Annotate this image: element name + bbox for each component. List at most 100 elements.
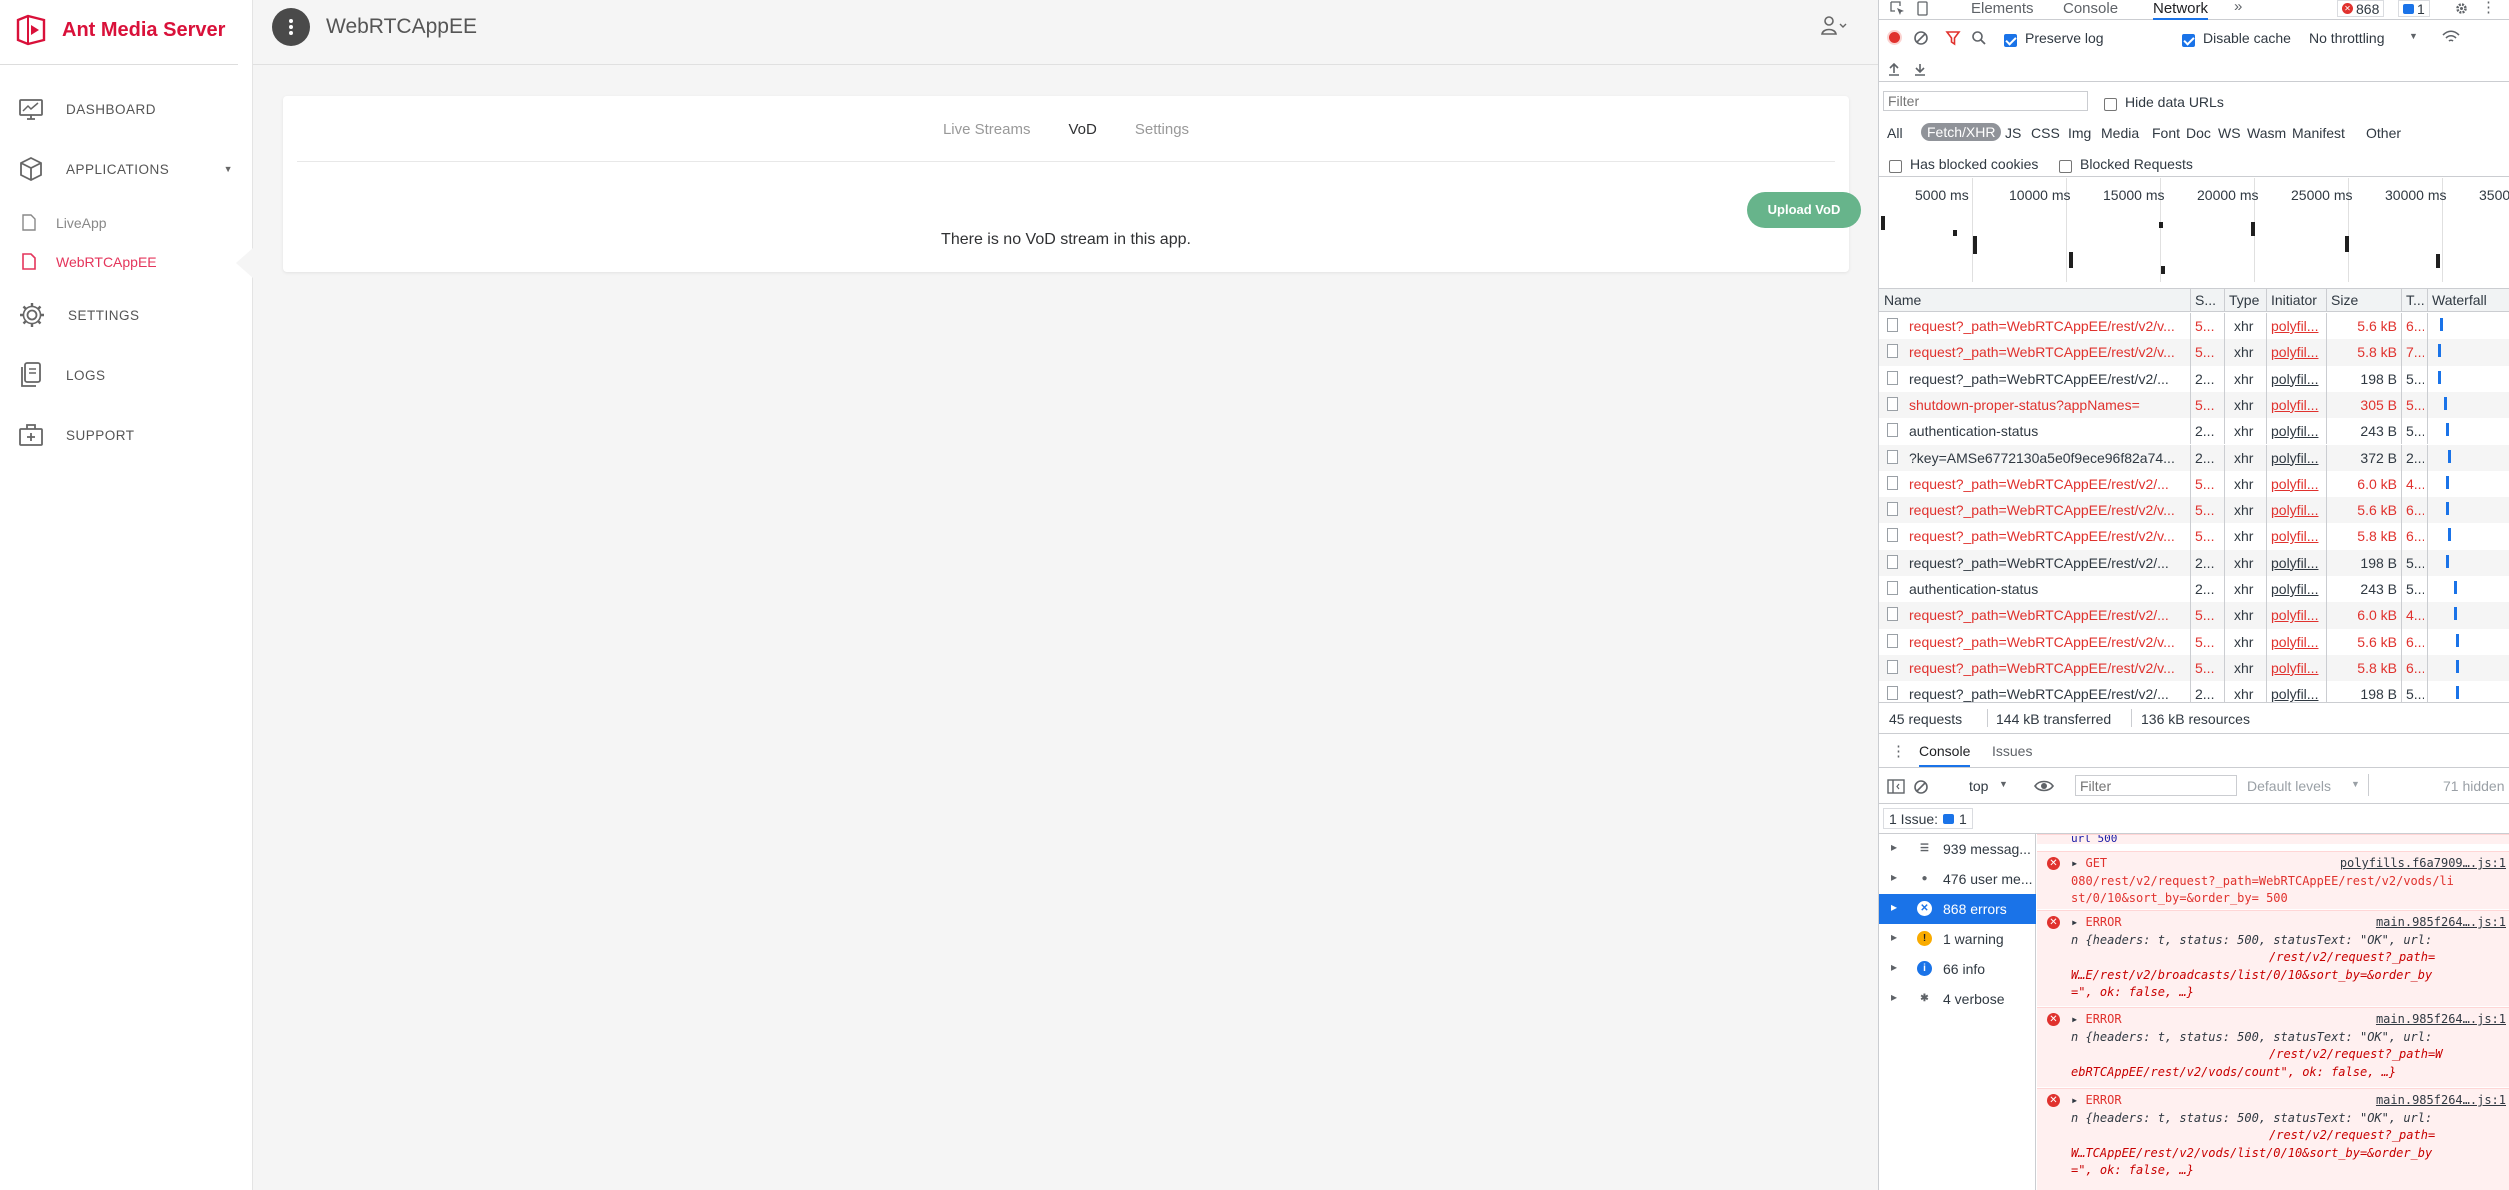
type-ws[interactable]: WS [2218, 125, 2241, 141]
col-name[interactable]: Name [1884, 292, 1921, 308]
type-manifest[interactable]: Manifest [2292, 125, 2345, 141]
nav-settings[interactable]: SETTINGS [18, 300, 140, 330]
type-img[interactable]: Img [2068, 125, 2091, 141]
expand-arrow-icon[interactable]: ▸ [2071, 1012, 2078, 1026]
tab-live-streams[interactable]: Live Streams [943, 121, 1031, 138]
type-css[interactable]: CSS [2031, 125, 2060, 141]
expand-arrow-icon[interactable]: ▸ [1891, 870, 1897, 884]
inspect-icon[interactable] [1890, 1, 1905, 16]
tab-console[interactable]: Console [2063, 0, 2118, 18]
context-select[interactable]: top [1969, 778, 1988, 794]
expand-arrow-icon[interactable]: ▸ [2071, 856, 2078, 870]
message-source-link[interactable]: main.985f264….js:1 [2376, 1011, 2506, 1029]
clear-console-icon[interactable] [1913, 779, 1929, 795]
drawer-menu-icon[interactable]: ⋮ [1891, 742, 1906, 760]
nav-logs[interactable]: LOGS [18, 360, 106, 390]
nav-applications[interactable]: APPLICATIONS ▼ [18, 154, 233, 184]
search-icon[interactable] [1971, 30, 1987, 46]
cell-initiator[interactable]: polyfil... [2271, 344, 2323, 360]
console-message-error[interactable]: ✕ ▸ ERROR main.985f264….js:1 n {headers:… [2037, 1007, 2509, 1087]
type-font[interactable]: Font [2152, 125, 2180, 141]
col-size[interactable]: Size [2331, 292, 2358, 308]
expand-arrow-icon[interactable]: ▸ [1891, 900, 1897, 914]
blocked-requests-checkbox[interactable] [2059, 157, 2072, 173]
cell-initiator[interactable]: polyfil... [2271, 607, 2323, 623]
cell-initiator[interactable]: polyfil... [2271, 502, 2323, 518]
network-row[interactable]: request?_path=WebRTCAppEE/rest/v2/v... 5.… [1879, 523, 2509, 550]
network-row[interactable]: request?_path=WebRTCAppEE/rest/v2/... 5..… [1879, 470, 2509, 498]
has-blocked-cookies-checkbox[interactable] [1889, 157, 1902, 173]
console-message-error[interactable]: ✕ ▸ ERROR main.985f264….js:1 n {headers:… [2037, 910, 2509, 1006]
expand-arrow-icon[interactable]: ▸ [1891, 990, 1897, 1004]
col-type[interactable]: Type [2229, 292, 2259, 308]
issues-counter[interactable]: 1 Issue: 1 [1883, 808, 1973, 829]
tab-network[interactable]: Network [2153, 0, 2209, 20]
nav-support[interactable]: SUPPORT [18, 420, 135, 450]
network-row[interactable]: ?key=AMSe6772130a5e0f9ece96f82a74... 2...… [1879, 444, 2509, 471]
more-tabs-button[interactable]: » [2234, 0, 2242, 16]
console-sidebar-item[interactable]: ▸ ☰ 939 messag... [1879, 834, 2036, 864]
network-overview[interactable]: 5000 ms 10000 ms 15000 ms 20000 ms 25000 ms 3… [1879, 178, 2509, 286]
console-sidebar-item[interactable]: ▸ ✕ 868 errors [1879, 894, 2036, 924]
log-levels-select[interactable]: Default levels [2247, 778, 2331, 794]
filter-icon[interactable] [1945, 30, 1961, 46]
expand-arrow-icon[interactable]: ▸ [1891, 840, 1897, 854]
drawer-tab-console[interactable]: Console [1919, 743, 1971, 767]
cell-initiator[interactable]: polyfil... [2271, 581, 2323, 597]
cell-initiator[interactable]: polyfil... [2271, 397, 2323, 413]
app-item-webrtcappee[interactable]: WebRTCAppEE [22, 253, 157, 270]
error-counter[interactable]: ✕ 868 [2337, 0, 2385, 17]
col-initiator[interactable]: Initiator [2271, 292, 2317, 308]
network-conditions-icon[interactable] [2441, 29, 2461, 46]
network-row[interactable]: request?_path=WebRTCAppEE/rest/v2/... 5..… [1879, 602, 2509, 629]
network-row[interactable]: request?_path=WebRTCAppEE/rest/v2/v... 5.… [1879, 654, 2509, 682]
type-doc[interactable]: Doc [2186, 125, 2211, 141]
network-row[interactable]: request?_path=WebRTCAppEE/rest/v2/... 2..… [1879, 365, 2509, 392]
col-time[interactable]: T... [2406, 292, 2425, 308]
tab-vod[interactable]: VoD [1068, 121, 1096, 138]
console-sidebar-item[interactable]: ▸ ● 476 user me... [1879, 864, 2036, 894]
network-row[interactable]: request?_path=WebRTCAppEE/rest/v2/v... 5.… [1879, 313, 2509, 340]
col-waterfall[interactable]: Waterfall [2432, 292, 2487, 308]
network-row[interactable]: request?_path=WebRTCAppEE/rest/v2/... 2..… [1879, 681, 2509, 702]
col-status[interactable]: S... [2195, 292, 2216, 308]
eye-icon[interactable] [2034, 778, 2054, 794]
network-row[interactable]: authentication-status 2... xhr polyfil... 24… [1879, 576, 2509, 603]
throttling-select[interactable]: No throttling [2309, 30, 2384, 46]
console-message-get[interactable]: ✕ ▸ GET polyfills.f6a7909….js:1 080/rest… [2037, 851, 2509, 909]
import-har-icon[interactable] [1887, 62, 1901, 76]
type-js[interactable]: JS [2005, 125, 2021, 141]
network-row[interactable]: request?_path=WebRTCAppEE/rest/v2/... 2..… [1879, 549, 2509, 576]
console-sidebar-item[interactable]: ▸ i 66 info [1879, 954, 2036, 984]
tab-elements[interactable]: Elements [1971, 0, 2034, 18]
user-menu-button[interactable] [1820, 15, 1848, 42]
more-menu-button[interactable] [272, 8, 310, 46]
cell-initiator[interactable]: polyfil... [2271, 660, 2323, 676]
cell-initiator[interactable]: polyfil... [2271, 371, 2323, 387]
tab-settings[interactable]: Settings [1135, 121, 1189, 138]
network-row[interactable]: request?_path=WebRTCAppEE/rest/v2/v... 5.… [1879, 339, 2509, 366]
type-other[interactable]: Other [2366, 125, 2401, 141]
console-filter-input[interactable] [2075, 775, 2237, 796]
type-fetch-xhr[interactable]: Fetch/XHR [1921, 123, 2002, 141]
cell-initiator[interactable]: polyfil... [2271, 450, 2323, 466]
upload-vod-button[interactable]: Upload VoD [1747, 192, 1861, 228]
message-counter[interactable]: 1 [2398, 0, 2430, 17]
network-row[interactable]: request?_path=WebRTCAppEE/rest/v2/v... 5.… [1879, 628, 2509, 655]
console-sidebar-item[interactable]: ▸ ✱ 4 verbose [1879, 984, 2036, 1014]
expand-arrow-icon[interactable]: ▸ [2071, 1093, 2078, 1107]
cell-initiator[interactable]: polyfil... [2271, 634, 2323, 650]
clear-icon[interactable] [1913, 30, 1929, 46]
network-filter-input[interactable] [1883, 91, 2088, 111]
cell-initiator[interactable]: polyfil... [2271, 686, 2323, 702]
device-toolbar-icon[interactable] [1915, 1, 1929, 16]
expand-arrow-icon[interactable]: ▸ [1891, 960, 1897, 974]
type-all[interactable]: All [1887, 125, 1903, 141]
drawer-tab-issues[interactable]: Issues [1992, 743, 2032, 759]
expand-arrow-icon[interactable]: ▸ [2071, 915, 2078, 929]
nav-dashboard[interactable]: DASHBOARD [18, 94, 156, 124]
export-har-icon[interactable] [1913, 62, 1927, 76]
network-row[interactable]: shutdown-proper-status?appNames= 5... xhr p… [1879, 391, 2509, 419]
expand-arrow-icon[interactable]: ▸ [1891, 930, 1897, 944]
hide-data-urls-checkbox[interactable] [2104, 95, 2117, 111]
